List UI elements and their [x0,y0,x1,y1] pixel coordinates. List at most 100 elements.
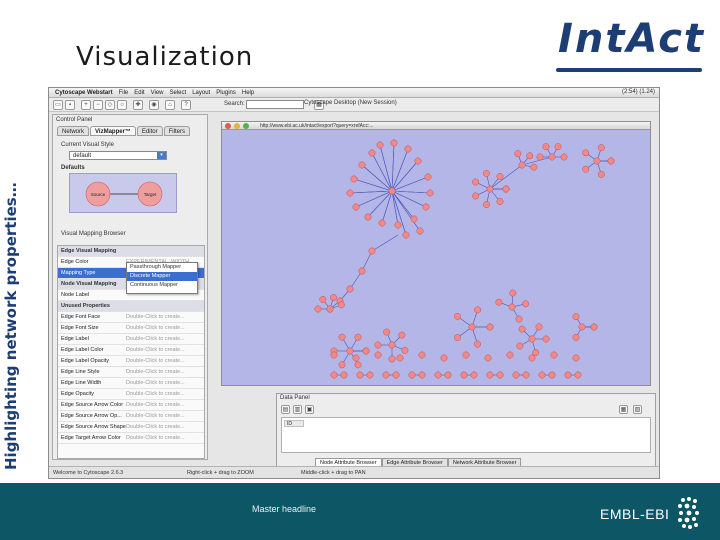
network-node[interactable] [314,305,322,313]
network-node[interactable] [354,361,362,369]
mapping-section-header[interactable]: Edge Visual Mapping [58,246,204,257]
float-panel-icon[interactable]: ▧ [633,405,642,414]
search-input[interactable] [246,100,304,109]
network-node[interactable] [496,173,504,180]
network-node[interactable] [346,347,354,355]
network-edge[interactable] [391,176,429,192]
network-node[interactable] [530,163,538,171]
network-node[interactable] [398,331,406,339]
network-node[interactable] [572,354,580,362]
network-node[interactable] [512,371,520,379]
network-node[interactable] [354,333,362,341]
network-node[interactable] [597,144,605,152]
network-canvas[interactable] [222,131,650,385]
defaults-preview[interactable]: Source Target [69,173,177,213]
mapping-property-row[interactable]: Edge Source Arrow Color Double-Click to c… [58,400,204,411]
network-node[interactable] [346,189,354,197]
network-node[interactable] [414,157,422,165]
network-node[interactable] [418,371,426,379]
menu-file[interactable]: File [119,90,129,96]
network-node[interactable] [340,371,348,379]
zoom-in-icon[interactable]: + [81,100,91,110]
network-edge[interactable] [391,148,409,192]
mapping-property-row[interactable]: Edge Source Arrow Shape Double-Click to c… [58,422,204,433]
network-node[interactable] [484,354,492,362]
select-attributes-icon[interactable]: ▤ [281,405,290,414]
network-node[interactable] [352,354,360,362]
network-node[interactable] [496,371,504,379]
network-node[interactable] [330,351,338,359]
network-node[interactable] [526,152,534,160]
network-node[interactable] [426,189,434,197]
network-edge[interactable] [391,160,419,192]
network-node[interactable] [356,371,364,379]
menu-help[interactable]: Help [242,90,254,96]
network-edge[interactable] [381,190,393,224]
network-edge[interactable] [361,164,393,192]
network-node[interactable] [582,165,590,173]
network-node[interactable] [582,149,590,157]
network-node[interactable] [444,371,452,379]
network-node[interactable] [453,312,461,320]
network-node[interactable] [528,335,536,343]
popup-item-discrete[interactable]: Discrete Mapper [127,272,197,281]
network-node[interactable] [366,371,374,379]
network-node[interactable] [404,145,412,153]
tab-network[interactable]: Network [57,126,90,136]
network-node[interactable] [564,371,572,379]
mapping-property-row[interactable]: Edge Opacity Double-Click to create... [58,389,204,400]
network-node[interactable] [368,247,376,255]
network-node[interactable] [472,192,480,200]
network-node[interactable] [416,227,424,235]
network-node[interactable] [394,221,402,229]
network-node[interactable] [550,351,558,359]
network-node[interactable] [401,346,409,354]
network-node[interactable] [410,215,418,223]
network-edge[interactable] [371,152,393,192]
delete-attribute-icon[interactable]: ▣ [305,405,314,414]
network-node[interactable] [470,371,478,379]
mapping-property-row[interactable]: Edge Source Arrow Op... Double-Click to c… [58,411,204,422]
network-node[interactable] [482,169,490,177]
mapping-property-row[interactable]: Edge Font Size Double-Click to create... [58,323,204,334]
network-node[interactable] [508,303,516,311]
network-node[interactable] [330,371,338,379]
network-node[interactable] [515,315,523,323]
export-icon[interactable]: ▦ [619,405,628,414]
menu-plugins[interactable]: Plugins [216,90,236,96]
network-node[interactable] [516,342,524,350]
vizmapper-icon[interactable]: ◉ [149,100,159,110]
network-edge[interactable] [391,142,395,192]
popup-item-passthrough[interactable]: Passthrough Mapper [127,263,197,272]
menu-view[interactable]: View [151,90,164,96]
network-node[interactable] [528,354,536,362]
network-edge[interactable] [391,190,431,194]
mapping-property-row[interactable]: Edge Line Width Double-Click to create... [58,378,204,389]
network-node[interactable] [390,139,398,147]
network-node[interactable] [578,323,586,331]
network-node[interactable] [486,185,494,193]
network-node[interactable] [572,333,580,341]
zoom-fit-icon[interactable]: ◇ [105,100,115,110]
network-node[interactable] [440,354,448,362]
network-node[interactable] [374,351,382,359]
attribute-table[interactable]: ID [281,417,651,453]
menu-select[interactable]: Select [170,90,187,96]
mapping-property-row[interactable]: Edge Line Style Double-Click to create... [58,367,204,378]
popup-item-continuous[interactable]: Continuous Mapper [127,281,197,290]
column-header-id[interactable]: ID [284,420,304,427]
network-node[interactable] [319,295,327,303]
network-edge[interactable] [355,190,393,208]
network-node[interactable] [522,371,530,379]
tab-vizmapper[interactable]: VizMapper™ [90,126,136,136]
network-node[interactable] [496,198,504,205]
network-node[interactable] [572,313,580,321]
network-node[interactable] [422,203,430,211]
network-edge[interactable] [371,234,399,252]
network-node[interactable] [474,340,482,348]
network-node[interactable] [522,300,530,308]
network-node[interactable] [532,349,540,356]
network-node[interactable] [607,157,615,165]
network-node[interactable] [502,185,510,193]
network-node[interactable] [346,285,354,293]
